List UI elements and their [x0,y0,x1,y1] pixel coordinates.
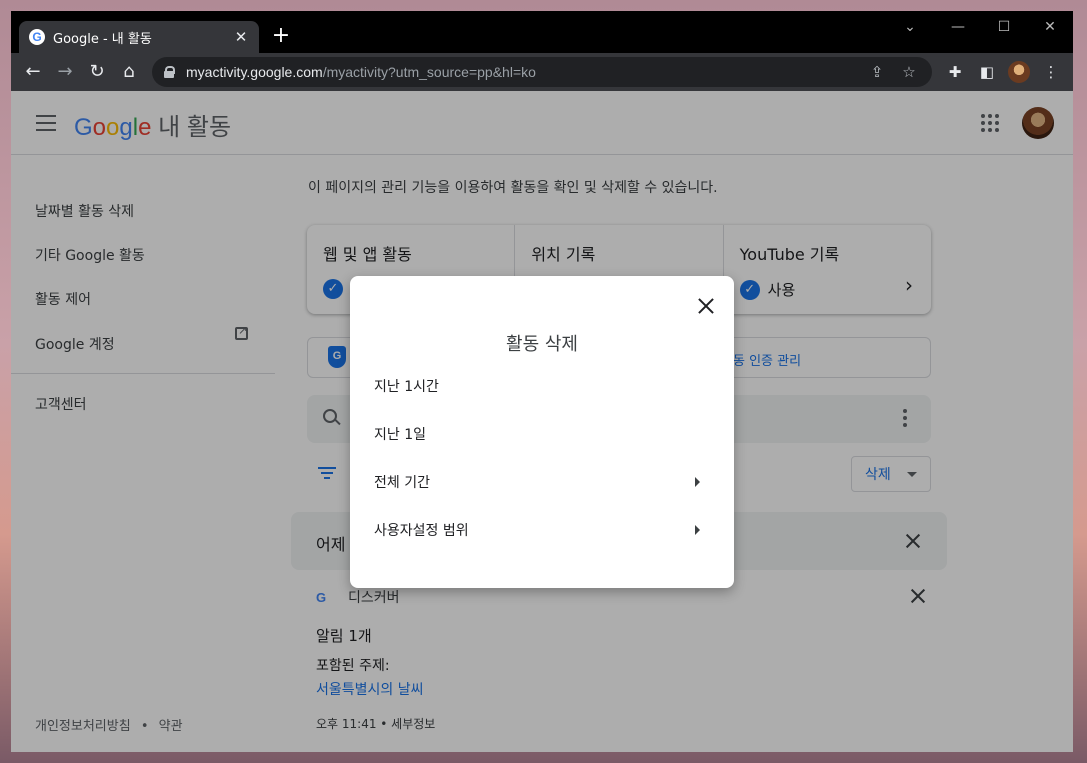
option-custom-range[interactable]: 사용자설정 범위 [350,508,734,552]
google-favicon-icon: G [29,29,45,45]
browser-menu-icon[interactable]: ⋮ [1041,62,1061,82]
delete-activity-dialog: 활동 삭제 지난 1시간 지난 1일 전체 기간 사용자설정 범위 [350,276,734,588]
submenu-arrow-icon [695,477,700,487]
title-bar: G Google - 내 활동 ✕ + ⌄ — ☐ ✕ [11,11,1073,53]
bookmark-star-icon[interactable]: ☆ [898,63,920,81]
page: Google 내 활동 날짜별 활동 삭제 기타 Google 활동 활동 제어… [11,91,1073,752]
tab-search-icon[interactable]: ⌄ [900,19,920,35]
browser-toolbar: ← → ↻ ⌂ myactivity.google.com/myactivity… [11,53,1073,91]
side-panel-icon[interactable]: ◧ [977,62,997,82]
share-icon[interactable]: ⇪ [866,63,888,81]
option-last-hour[interactable]: 지난 1시간 [350,364,734,408]
maximize-icon[interactable]: ☐ [994,19,1014,35]
forward-icon[interactable]: → [54,61,76,83]
window-close-icon[interactable]: ✕ [1040,19,1060,35]
lock-icon[interactable] [164,66,175,78]
browser-tab[interactable]: G Google - 내 활동 ✕ [19,21,259,53]
profile-avatar[interactable] [1008,61,1030,83]
url-text[interactable]: myactivity.google.com/myactivity?utm_sou… [186,64,856,80]
submenu-arrow-icon [695,525,700,535]
address-bar[interactable]: myactivity.google.com/myactivity?utm_sou… [152,57,932,87]
option-all-time[interactable]: 전체 기간 [350,460,734,504]
extensions-icon[interactable]: ✚ [945,62,965,82]
minimize-icon[interactable]: — [948,19,968,35]
tab-close-icon[interactable]: ✕ [233,28,249,46]
back-icon[interactable]: ← [22,61,44,83]
close-icon[interactable] [698,298,714,314]
browser-window: G Google - 내 활동 ✕ + ⌄ — ☐ ✕ ← → ↻ ⌂ myac… [11,11,1073,752]
option-last-day[interactable]: 지난 1일 [350,412,734,456]
home-icon[interactable]: ⌂ [118,61,140,83]
reload-icon[interactable]: ↻ [86,61,108,83]
tab-title: Google - 내 활동 [53,31,152,47]
new-tab-icon[interactable]: + [271,25,291,47]
dialog-title: 활동 삭제 [506,334,578,355]
